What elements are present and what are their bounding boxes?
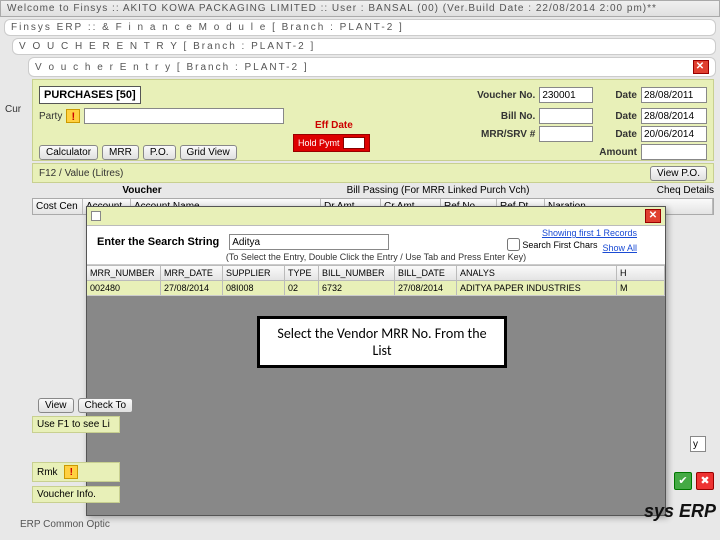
cheq-section-label: Cheq Details (624, 185, 714, 196)
party-label: Party (39, 111, 62, 122)
brand-text: sys ERP (644, 501, 716, 522)
mrrsrv-label: MRR/SRV # (481, 129, 535, 140)
search-empty-area: Select the Vendor MRR No. From the List (87, 296, 665, 515)
search-result-row[interactable]: 002480 27/08/2014 08I008 02 6732 27/08/2… (87, 281, 665, 296)
ok-cancel-buttons: ✔ ✖ (674, 472, 714, 490)
col-costcen: Cost Cen (33, 199, 83, 214)
rmk-panel: Rmk ! (32, 462, 120, 482)
amount-input[interactable] (641, 144, 707, 160)
f12-bar: F12 / Value (Litres) View P.O. (32, 163, 714, 183)
hold-pymt-label: Hold Pymt (298, 138, 340, 148)
window-title-voucher-entry-1: V O U C H E R E N T R Y [ Branch : PLANT… (12, 38, 716, 55)
close-icon[interactable]: ✕ (693, 60, 709, 74)
gridview-button[interactable]: Grid View (180, 145, 237, 160)
cell-analys: ADITYA PAPER INDUSTRIES (457, 281, 617, 295)
date-label-3: Date (615, 129, 637, 140)
y-input[interactable] (690, 436, 706, 452)
col-mrrdate: MRR_DATE (161, 266, 223, 280)
search-title: Enter the Search String (97, 236, 219, 248)
window-icon (91, 211, 101, 221)
first-chars-checkbox-input[interactable] (507, 238, 520, 251)
show-all-link[interactable]: Show All (602, 243, 637, 253)
voucher-no-input[interactable] (539, 87, 593, 103)
date-label-2: Date (615, 111, 637, 122)
f12-label: F12 / Value (Litres) (39, 168, 123, 179)
cell-mrrdate: 27/08/2014 (161, 281, 223, 295)
eff-date-label: Eff Date (315, 120, 353, 131)
mrr-button[interactable]: MRR (102, 145, 139, 160)
voucher-no-label: Voucher No. (477, 90, 535, 101)
cancel-icon[interactable]: ✖ (696, 472, 714, 490)
date-input-1[interactable] (641, 87, 707, 103)
ok-icon[interactable]: ✔ (674, 472, 692, 490)
cell-billdate: 27/08/2014 (395, 281, 457, 295)
search-body: Enter the Search String Showing first 1 … (87, 226, 665, 265)
title-text: Finsys ERP :: & F i n a n c e M o d u l … (11, 22, 404, 33)
erp-common-label: ERP Common Optic (20, 519, 110, 530)
title-text: V O U C H E R E N T R Y [ Branch : PLANT… (19, 41, 315, 52)
cell-mrrnum: 002480 (87, 281, 161, 295)
date-label: Date (615, 90, 637, 101)
col-billdate: BILL_DATE (395, 266, 457, 280)
date-input-3[interactable] (641, 126, 707, 142)
showing-link[interactable]: Showing first 1 Records (542, 228, 637, 238)
view-button[interactable]: View (38, 398, 74, 413)
voucher-info-label: Voucher Info. (32, 486, 120, 503)
col-billnum: BILL_NUMBER (319, 266, 395, 280)
title-text: V o u c h e r E n t r y [ Branch : PLANT… (35, 62, 309, 73)
voucher-form: PURCHASES [50] Voucher No. Date Cur Part… (32, 79, 714, 161)
cell-supplier: 08I008 (223, 281, 285, 295)
window-title-finance: Finsys ERP :: & F i n a n c e M o d u l … (4, 19, 716, 36)
view-po-button[interactable]: View P.O. (650, 166, 707, 181)
search-popup-header: ✕ (87, 207, 665, 226)
col-mrrnum: MRR_NUMBER (87, 266, 161, 280)
search-hint: (To Select the Entry, Double Click the E… (97, 252, 655, 262)
party-input[interactable] (84, 108, 284, 124)
hold-pymt-button[interactable]: Hold Pymt (293, 134, 370, 152)
search-popup: ✕ Enter the Search String Showing first … (86, 206, 666, 516)
billno-label: Bill No. (501, 111, 535, 122)
cur-label: Cur (5, 104, 21, 115)
billpassing-section-label: Bill Passing (For MRR Linked Purch Vch) (252, 185, 624, 196)
cell-extra: M (617, 281, 665, 295)
billno-input[interactable] (539, 108, 593, 124)
check-to-button[interactable]: Check To (78, 398, 134, 413)
required-icon: ! (64, 465, 78, 479)
f1-hint: Use F1 to see Li (32, 416, 120, 433)
mrrsrv-input[interactable] (539, 126, 593, 142)
col-type: TYPE (285, 266, 319, 280)
instruction-callout: Select the Vendor MRR No. From the List (257, 316, 507, 368)
voucher-section-label: Voucher (32, 185, 252, 196)
first-chars-checkbox[interactable]: Search First Chars (507, 238, 597, 251)
po-button[interactable]: P.O. (143, 145, 176, 160)
search-input[interactable] (229, 234, 389, 250)
app-titlebar: Welcome to Finsys :: AKITO KOWA PACKAGIN… (0, 0, 720, 17)
hold-pymt-field[interactable] (343, 137, 365, 149)
col-supplier: SUPPLIER (223, 266, 285, 280)
amount-label: Amount (599, 147, 637, 158)
col-extra: H (617, 266, 665, 280)
cell-billnum: 6732 (319, 281, 395, 295)
required-icon: ! (66, 109, 80, 123)
search-list-header: MRR_NUMBER MRR_DATE SUPPLIER TYPE BILL_N… (87, 265, 665, 281)
rmk-label: Rmk (37, 467, 58, 478)
cell-type: 02 (285, 281, 319, 295)
calculator-button[interactable]: Calculator (39, 145, 98, 160)
date-input-2[interactable] (641, 108, 707, 124)
first-chars-label: Search First Chars (522, 240, 597, 250)
search-close-icon[interactable]: ✕ (645, 209, 661, 223)
form-header: PURCHASES [50] (39, 86, 141, 104)
window-title-voucher-entry-2: V o u c h e r E n t r y [ Branch : PLANT… (28, 57, 716, 77)
col-analys: ANALYS (457, 266, 617, 280)
